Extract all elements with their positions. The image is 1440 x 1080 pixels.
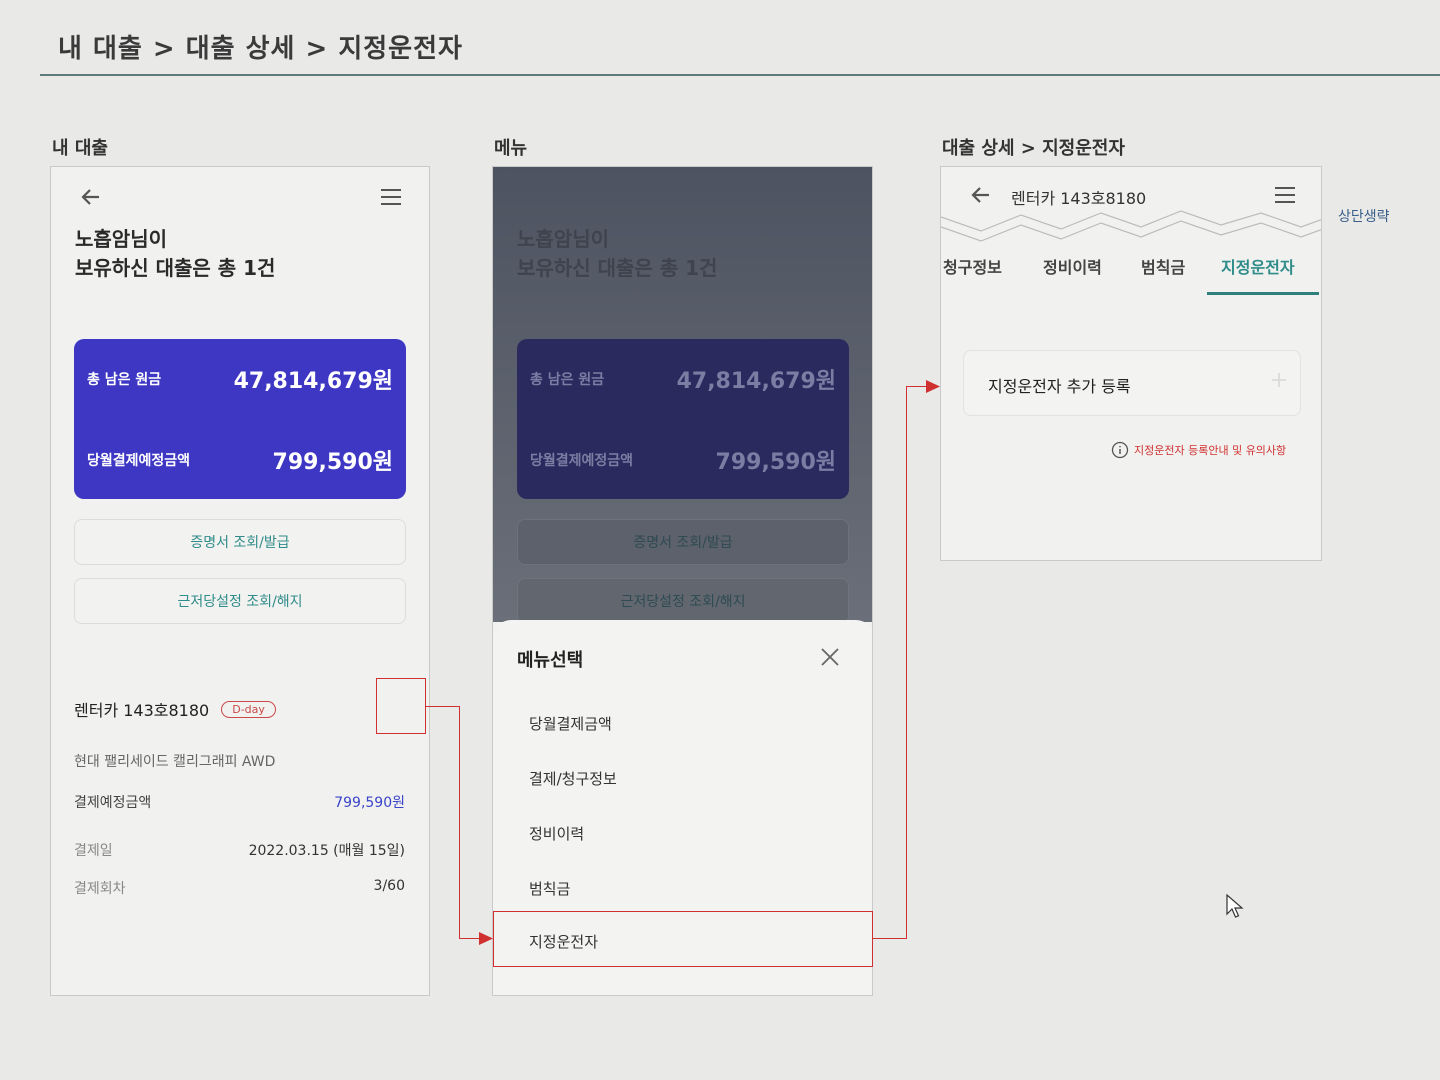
menu-screen: 노흡암님이 보유하신 대출은 총 1건 총 남은 원금 47,814,679원 … bbox=[492, 166, 873, 996]
mortgage-button[interactable]: 근저당설정 조회/해지 bbox=[74, 578, 406, 624]
tab-maintenance[interactable]: 정비이력 bbox=[1043, 254, 1102, 278]
menu-item-monthly-payment[interactable]: 당월결제금액 bbox=[529, 713, 612, 734]
monthly-payment-value: 799,590원 bbox=[272, 450, 393, 475]
greeting: 노흡암님이 보유하신 대출은 총 1건 bbox=[75, 225, 275, 283]
dimmed-certificate-button: 증명서 조회/발급 bbox=[517, 519, 849, 565]
dimmed-mortgage-button: 근저당설정 조회/해지 bbox=[517, 578, 849, 624]
info-circle-icon bbox=[1111, 441, 1129, 459]
plus-icon[interactable] bbox=[1270, 371, 1288, 389]
back-arrow-icon[interactable] bbox=[79, 185, 103, 209]
certificate-button[interactable]: 증명서 조회/발급 bbox=[74, 519, 406, 565]
mouse-cursor-icon bbox=[1226, 894, 1244, 920]
payment-amount-value: 799,590원 bbox=[334, 795, 405, 811]
remaining-principal-value: 47,814,679원 bbox=[233, 369, 393, 394]
greeting-name: 노흡암님이 bbox=[75, 227, 167, 251]
detail-back-arrow-icon[interactable] bbox=[969, 183, 993, 207]
highlight-box-selected-menu bbox=[493, 911, 873, 967]
omission-zigzag bbox=[941, 205, 1321, 245]
title-divider bbox=[40, 74, 1440, 76]
payment-date-value: 2022.03.15 (매월 15일) bbox=[248, 843, 405, 859]
greeting-summary: 보유하신 대출은 총 1건 bbox=[75, 256, 276, 280]
dday-badge: D-day bbox=[221, 700, 276, 718]
add-driver-card[interactable]: 지정운전자 추가 등록 bbox=[963, 350, 1301, 416]
driver-info-link[interactable]: 지정운전자 등록안내 및 유의사항 bbox=[1111, 441, 1286, 459]
close-icon[interactable] bbox=[819, 646, 841, 668]
dimmed-loan-card: 총 남은 원금 47,814,679원 당월결제예정금액 799,590원 bbox=[517, 339, 849, 499]
dimmed-remaining-value: 47,814,679원 bbox=[676, 369, 836, 394]
menu-item-fines[interactable]: 범칙금 bbox=[529, 878, 570, 899]
tab-billing-info[interactable]: 청구정보 bbox=[943, 254, 1002, 278]
driver-info-text: 지정운전자 등록안내 및 유의사항 bbox=[1134, 444, 1287, 457]
connector-arrowhead-2 bbox=[926, 380, 940, 393]
installment-label: 결제회차 bbox=[74, 881, 126, 897]
dimmed-greeting-name: 노흡암님이 bbox=[517, 227, 609, 251]
menu-item-maintenance[interactable]: 정비이력 bbox=[529, 823, 584, 844]
remaining-principal-label: 총 남은 원금 bbox=[87, 372, 162, 388]
hamburger-menu-icon[interactable] bbox=[379, 185, 403, 209]
page-title: 내 대출 > 대출 상세 > 지정운전자 bbox=[58, 34, 463, 64]
loan-summary-card: 총 남은 원금 47,814,679원 당월결제예정금액 799,590원 bbox=[74, 339, 406, 499]
connector-segment-1 bbox=[426, 706, 460, 707]
section-label-menu: 메뉴 bbox=[494, 138, 528, 159]
designated-driver-screen: 렌터카 143호8180 청구정보 정비이력 범칙금 지정운전자 지정운전자 추… bbox=[940, 166, 1322, 561]
dimmed-payment-value: 799,590원 bbox=[715, 450, 836, 475]
loan-item-name: 렌터카 143호8180 bbox=[74, 701, 210, 720]
highlight-box-more bbox=[376, 678, 426, 734]
monthly-payment-label: 당월결제예정금액 bbox=[87, 453, 191, 469]
omission-note: 상단생략 bbox=[1338, 209, 1390, 225]
installment-value: 3/60 bbox=[373, 878, 405, 894]
connector-segment-5 bbox=[906, 386, 907, 939]
dimmed-payment-label: 당월결제예정금액 bbox=[530, 453, 634, 469]
menu-sheet-title: 메뉴선택 bbox=[517, 650, 584, 671]
dimmed-remaining-label: 총 남은 원금 bbox=[530, 372, 605, 388]
detail-hamburger-icon[interactable] bbox=[1273, 183, 1297, 207]
section-label-my-loans: 내 대출 bbox=[52, 138, 108, 159]
tab-fines[interactable]: 범칙금 bbox=[1141, 254, 1185, 278]
dimmed-greeting-summary: 보유하신 대출은 총 1건 bbox=[517, 256, 718, 280]
car-model: 현대 팰리세이드 캘리그래피 AWD bbox=[74, 754, 276, 770]
payment-amount-label: 결제예정금액 bbox=[74, 795, 152, 811]
payment-date-label: 결제일 bbox=[74, 843, 113, 859]
menu-item-billing-info[interactable]: 결제/청구정보 bbox=[529, 768, 617, 789]
add-driver-label: 지정운전자 추가 등록 bbox=[988, 377, 1131, 396]
my-loans-screen: 노흡암님이 보유하신 대출은 총 1건 총 남은 원금 47,814,679원 … bbox=[50, 166, 430, 996]
active-tab-indicator bbox=[1207, 292, 1319, 295]
connector-segment-2 bbox=[459, 706, 460, 939]
connector-arrowhead-1 bbox=[479, 932, 493, 945]
loan-item-header[interactable]: 렌터카 143호8180 D-day bbox=[74, 697, 276, 721]
tab-designated-driver[interactable]: 지정운전자 bbox=[1221, 254, 1295, 278]
dimmed-greeting: 노흡암님이 보유하신 대출은 총 1건 bbox=[517, 225, 717, 283]
connector-segment-4 bbox=[873, 938, 907, 939]
section-label-detail: 대출 상세 > 지정운전자 bbox=[942, 138, 1125, 159]
